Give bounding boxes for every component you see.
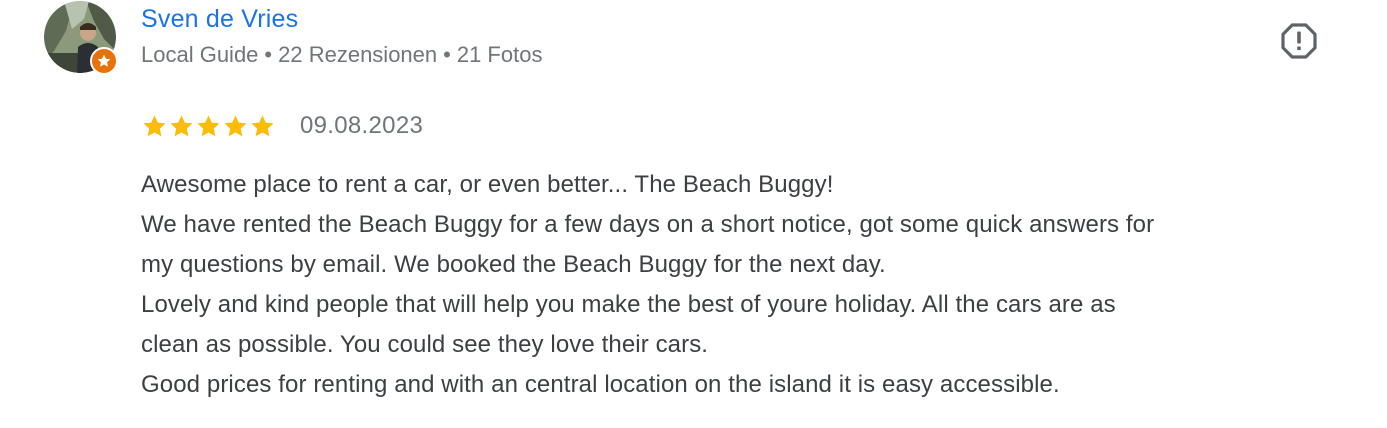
meta-separator: • [264, 42, 273, 67]
review-text-line: Good prices for renting and with an cent… [141, 371, 1060, 398]
local-guide-badge-icon [90, 47, 118, 75]
review-text-line: Lovely and kind people that will help yo… [141, 291, 1116, 318]
review-text-line: my questions by email. We booked the Bea… [141, 251, 886, 278]
review-text-line: We have rented the Beach Buggy for a few… [141, 211, 1155, 238]
author-avatar[interactable] [44, 1, 118, 75]
review-text-line: clean as possible. You could see they lo… [141, 331, 709, 358]
review-card: Sven de Vries Local Guide • 22 Rezensionen… [0, 0, 1387, 428]
author-photos-count: 21 Fotos [456, 42, 543, 67]
star-rating [141, 113, 276, 140]
star-icon [170, 114, 193, 136]
author-role: Local Guide [141, 42, 259, 67]
star-icon [197, 114, 220, 136]
star-icon [224, 114, 247, 136]
review-text: Awesome place to rent a car, or even bet… [141, 165, 1371, 405]
author-name-link[interactable]: Sven de Vries [141, 3, 298, 35]
meta-separator: • [443, 42, 451, 67]
star-icon [143, 114, 166, 136]
review-text-line: Awesome place to rent a car, or even bet… [141, 171, 834, 198]
author-reviews-count: 22 Rezensionen [278, 42, 438, 67]
author-meta: Local Guide • 22 Rezensionen • 21 Fotos [141, 41, 542, 69]
report-octagon-icon [1281, 23, 1317, 59]
rating-row: 09.08.2023 [141, 108, 423, 144]
star-icon [251, 114, 274, 136]
star-icon [97, 54, 111, 67]
review-date: 09.08.2023 [300, 112, 424, 139]
report-review-button[interactable] [1278, 20, 1320, 62]
